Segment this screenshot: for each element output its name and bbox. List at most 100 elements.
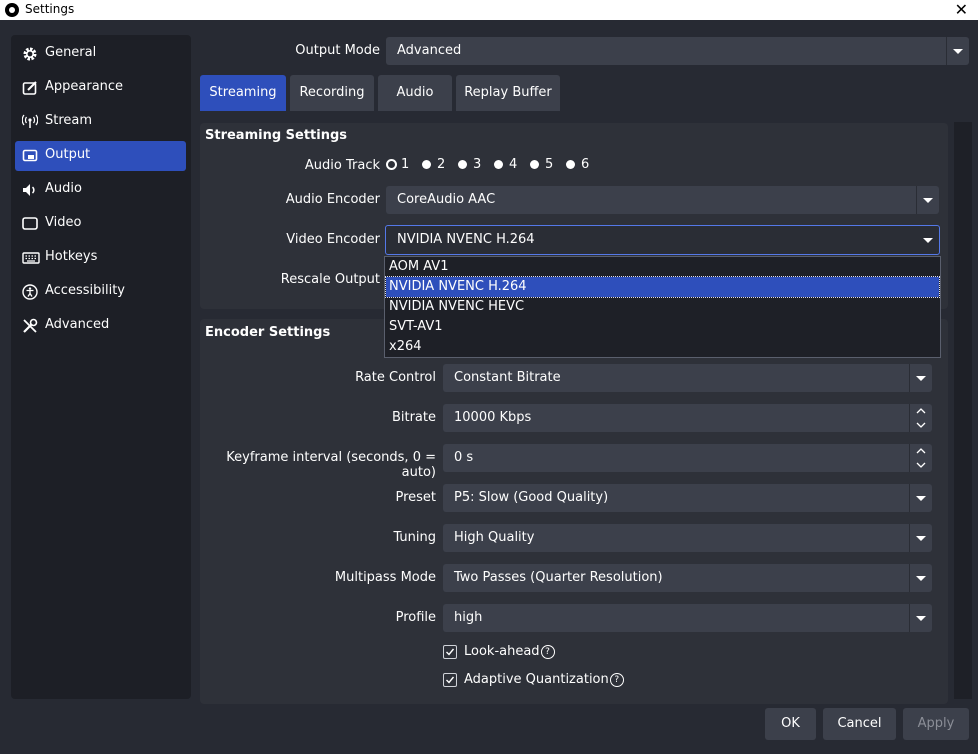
radio-icon (422, 160, 431, 169)
bitrate-spinbox[interactable]: 10000 Kbps (443, 404, 932, 432)
radio-selected-icon (386, 159, 397, 170)
spin-up-icon[interactable] (910, 404, 932, 418)
sidebar-item-stream[interactable]: Stream (15, 107, 186, 137)
multipass-mode-value: Two Passes (Quarter Resolution) (454, 570, 663, 585)
output-mode-label: Output Mode (295, 43, 380, 58)
sidebar-item-label: Audio (45, 181, 82, 196)
ok-button[interactable]: OK (765, 708, 816, 740)
spin-up-icon[interactable] (910, 444, 932, 458)
bitrate-label: Bitrate (391, 410, 436, 425)
chevron-down-icon (916, 226, 939, 254)
output-mode-value: Advanced (397, 43, 462, 58)
chevron-down-icon (909, 524, 932, 552)
audio-encoder-select[interactable]: CoreAudio AAC (386, 186, 939, 214)
profile-value: high (454, 610, 483, 625)
multipass-mode-select[interactable]: Two Passes (Quarter Resolution) (443, 564, 932, 592)
keyframe-interval-spinbox[interactable]: 0 s (443, 444, 932, 472)
keyframe-interval-label: Keyframe interval (seconds, 0 = auto) (226, 450, 436, 480)
radio-icon (458, 160, 467, 169)
chevron-down-icon (909, 604, 932, 632)
sidebar-item-label: Hotkeys (45, 249, 98, 264)
dropdown-option-nvenc-h264[interactable]: NVIDIA NVENC H.264 (385, 276, 940, 298)
preset-label: Preset (395, 490, 436, 505)
profile-label: Profile (395, 610, 436, 625)
video-encoder-value: NVIDIA NVENC H.264 (397, 232, 535, 247)
help-icon[interactable]: ? (609, 672, 624, 687)
chevron-down-icon (909, 364, 932, 392)
sidebar-item-general[interactable]: General (15, 39, 186, 69)
tab-audio[interactable]: Audio (378, 75, 452, 111)
checkbox-checked-icon (443, 645, 457, 659)
tab-replay-buffer[interactable]: Replay Buffer (456, 75, 560, 111)
preset-select[interactable]: P5: Slow (Good Quality) (443, 484, 932, 512)
dropdown-option-x264[interactable]: x264 (386, 337, 939, 357)
sidebar-item-accessibility[interactable]: Accessibility (15, 277, 186, 307)
output-mode-select[interactable]: Advanced (386, 37, 969, 65)
title-bar: Settings ✕ (0, 0, 978, 20)
dropdown-option-nvenc-hevc[interactable]: NVIDIA NVENC HEVC (386, 297, 939, 317)
preset-value: P5: Slow (Good Quality) (454, 490, 609, 505)
spin-down-icon[interactable] (910, 458, 932, 472)
sidebar-item-advanced[interactable]: Advanced (15, 311, 186, 341)
sidebar-item-hotkeys[interactable]: Hotkeys (15, 243, 186, 273)
keyboard-icon (22, 250, 40, 266)
sidebar-item-output[interactable]: Output (15, 141, 186, 171)
audio-track-label: Audio Track (304, 158, 380, 173)
cancel-button[interactable]: Cancel (823, 708, 896, 740)
dropdown-option-svt-av1[interactable]: SVT-AV1 (386, 317, 939, 337)
chevron-down-icon (946, 37, 969, 65)
apply-button[interactable]: Apply (903, 708, 969, 740)
audio-encoder-label: Audio Encoder (285, 192, 380, 207)
sidebar-item-audio[interactable]: Audio (15, 175, 186, 205)
tab-recording[interactable]: Recording (290, 75, 374, 111)
adaptive-quantization-label: Adaptive Quantization (464, 672, 609, 687)
dropdown-option-aom-av1[interactable]: AOM AV1 (386, 257, 939, 277)
sidebar-item-label: Advanced (45, 317, 110, 332)
video-encoder-label: Video Encoder (286, 232, 380, 247)
sidebar-item-video[interactable]: Video (15, 209, 186, 239)
bitrate-value: 10000 Kbps (454, 410, 532, 425)
sidebar: General Appearance Stream Output Audio V… (11, 35, 191, 699)
rate-control-value: Constant Bitrate (454, 370, 561, 385)
radio-icon (530, 160, 539, 169)
speaker-icon (22, 182, 40, 198)
sidebar-item-label: General (45, 45, 97, 60)
sidebar-item-label: Accessibility (45, 283, 125, 298)
spin-down-icon[interactable] (910, 418, 932, 432)
tab-streaming[interactable]: Streaming (200, 75, 286, 111)
tools-icon (22, 318, 40, 334)
keyframe-interval-value: 0 s (454, 450, 474, 465)
tuning-value: High Quality (454, 530, 535, 545)
help-icon[interactable]: ? (540, 644, 555, 659)
rescale-output-label: Rescale Output (280, 272, 380, 287)
settings-scrollbar[interactable] (954, 122, 972, 699)
sidebar-item-label: Output (45, 147, 91, 162)
broadcast-icon (21, 114, 40, 130)
multipass-mode-label: Multipass Mode (334, 570, 436, 585)
appearance-icon (22, 80, 40, 96)
monitor-icon (22, 216, 40, 232)
gear-icon (22, 46, 40, 62)
video-encoder-dropdown-list: AOM AV1 NVIDIA NVENC H.264 NVIDIA NVENC … (384, 256, 941, 358)
radio-icon (494, 160, 503, 169)
profile-select[interactable]: high (443, 604, 932, 632)
output-icon (22, 148, 40, 164)
rate-control-select[interactable]: Constant Bitrate (443, 364, 932, 392)
sidebar-item-label: Video (45, 215, 82, 230)
tuning-select[interactable]: High Quality (443, 524, 932, 552)
accessibility-icon (22, 284, 40, 300)
window-title: Settings (25, 2, 75, 16)
tuning-label: Tuning (393, 530, 436, 545)
sidebar-item-label: Stream (45, 113, 93, 128)
close-icon[interactable]: ✕ (955, 0, 968, 20)
spin-buttons (909, 404, 932, 432)
encoder-settings-title: Encoder Settings (205, 325, 331, 340)
chevron-down-icon (909, 564, 932, 592)
chevron-down-icon (916, 186, 939, 214)
sidebar-item-label: Appearance (45, 79, 124, 94)
video-encoder-select[interactable]: NVIDIA NVENC H.264 (385, 225, 940, 255)
sidebar-item-appearance[interactable]: Appearance (15, 73, 186, 103)
rate-control-label: Rate Control (355, 370, 436, 385)
radio-icon (566, 160, 575, 169)
obs-logo-icon (5, 3, 19, 17)
